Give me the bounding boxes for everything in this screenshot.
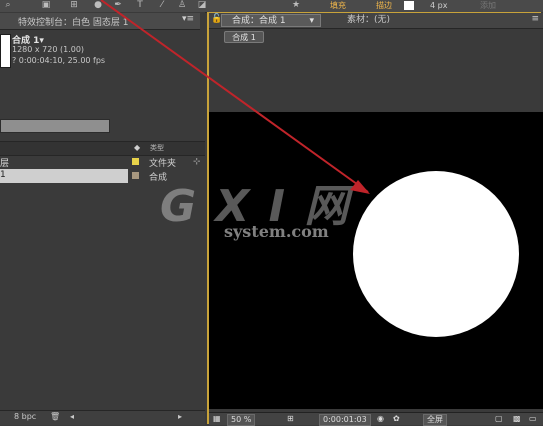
brush-tool-icon[interactable]: ⁄ [156, 0, 168, 11]
label-color-swatch[interactable] [132, 172, 139, 179]
list-item[interactable]: 层 文件夹 [0, 155, 205, 169]
layer-name-header: 层 [0, 159, 10, 169]
project-header: ◆ 类型 [0, 141, 205, 156]
snapshot-icon[interactable]: ◉ [377, 414, 384, 424]
stroke-color-swatch[interactable] [404, 1, 414, 10]
type-column-header[interactable]: 类型 [150, 143, 164, 153]
item-name: 1 [0, 170, 6, 180]
channel-icon[interactable]: ✿ [393, 414, 400, 424]
mask-tool-icon[interactable]: ● [92, 0, 104, 11]
stamp-tool-icon[interactable]: ♙ [176, 0, 188, 11]
zoom-tool-icon[interactable]: ⌕ [2, 0, 14, 11]
selection-highlight [0, 169, 128, 183]
add-label[interactable]: 添加 [480, 0, 496, 11]
comp-duration: ? 0:00:04:10, 25.00 fps [12, 56, 106, 65]
timecode-field[interactable]: 0:00:01:03 [319, 414, 371, 426]
project-footer: 8 bpc 🗑 ◂ ▸ [0, 410, 205, 425]
bit-depth-label[interactable]: 8 bpc [14, 412, 36, 421]
label-tag-icon: ◆ [134, 143, 141, 152]
pen-tool-icon[interactable]: ✒ [112, 0, 124, 11]
project-search-input[interactable] [0, 119, 110, 133]
zoom-select[interactable]: 50 % [227, 414, 256, 426]
view-options-icon[interactable]: ▭ [529, 414, 537, 424]
star-icon[interactable]: ★ [290, 0, 302, 11]
stroke-width-value[interactable]: 4 px [430, 0, 447, 11]
grid-icon[interactable]: ▦ [213, 414, 221, 424]
label-color-swatch[interactable] [132, 158, 139, 165]
transparency-icon[interactable]: ▩ [513, 414, 521, 424]
flowchart-icon[interactable]: ⊹ [193, 157, 201, 167]
text-tool-icon[interactable]: T [134, 0, 146, 11]
camera-tool-icon[interactable]: ▣ [40, 0, 52, 11]
safe-area-icon[interactable]: ⊞ [287, 414, 294, 424]
watermark-url: system.com [224, 222, 329, 241]
scroll-left-icon[interactable]: ◂ [70, 412, 74, 421]
eraser-tool-icon[interactable]: ◪ [196, 0, 208, 11]
effects-control-tab[interactable]: 特效控制台：白色 固态层 1 ▾≡ [0, 13, 200, 30]
comp-thumbnail [0, 34, 11, 68]
effects-tab-label: 特效控制台：白色 固态层 1 [18, 18, 129, 28]
viewer-statusbar: ▦ 50 % ⊞ 0:00:01:03 ◉ ✿ 全屏 ▢ ▩ ▭ [209, 412, 543, 426]
region-icon[interactable]: ▢ [495, 414, 503, 424]
comp-size: 1280 x 720 (1.00) [12, 45, 85, 54]
fill-label[interactable]: 填充 [330, 0, 346, 11]
stroke-label[interactable]: 描边 [376, 0, 392, 11]
scroll-right-icon[interactable]: ▸ [178, 412, 182, 421]
panel-menu-icon[interactable]: ▾≡ [182, 14, 194, 24]
resolution-select[interactable]: 全屏 [423, 414, 447, 426]
trash-icon[interactable]: 🗑 [50, 412, 60, 421]
item-type: 文件夹 [149, 159, 177, 169]
pan-tool-icon[interactable]: ⊞ [68, 0, 80, 11]
